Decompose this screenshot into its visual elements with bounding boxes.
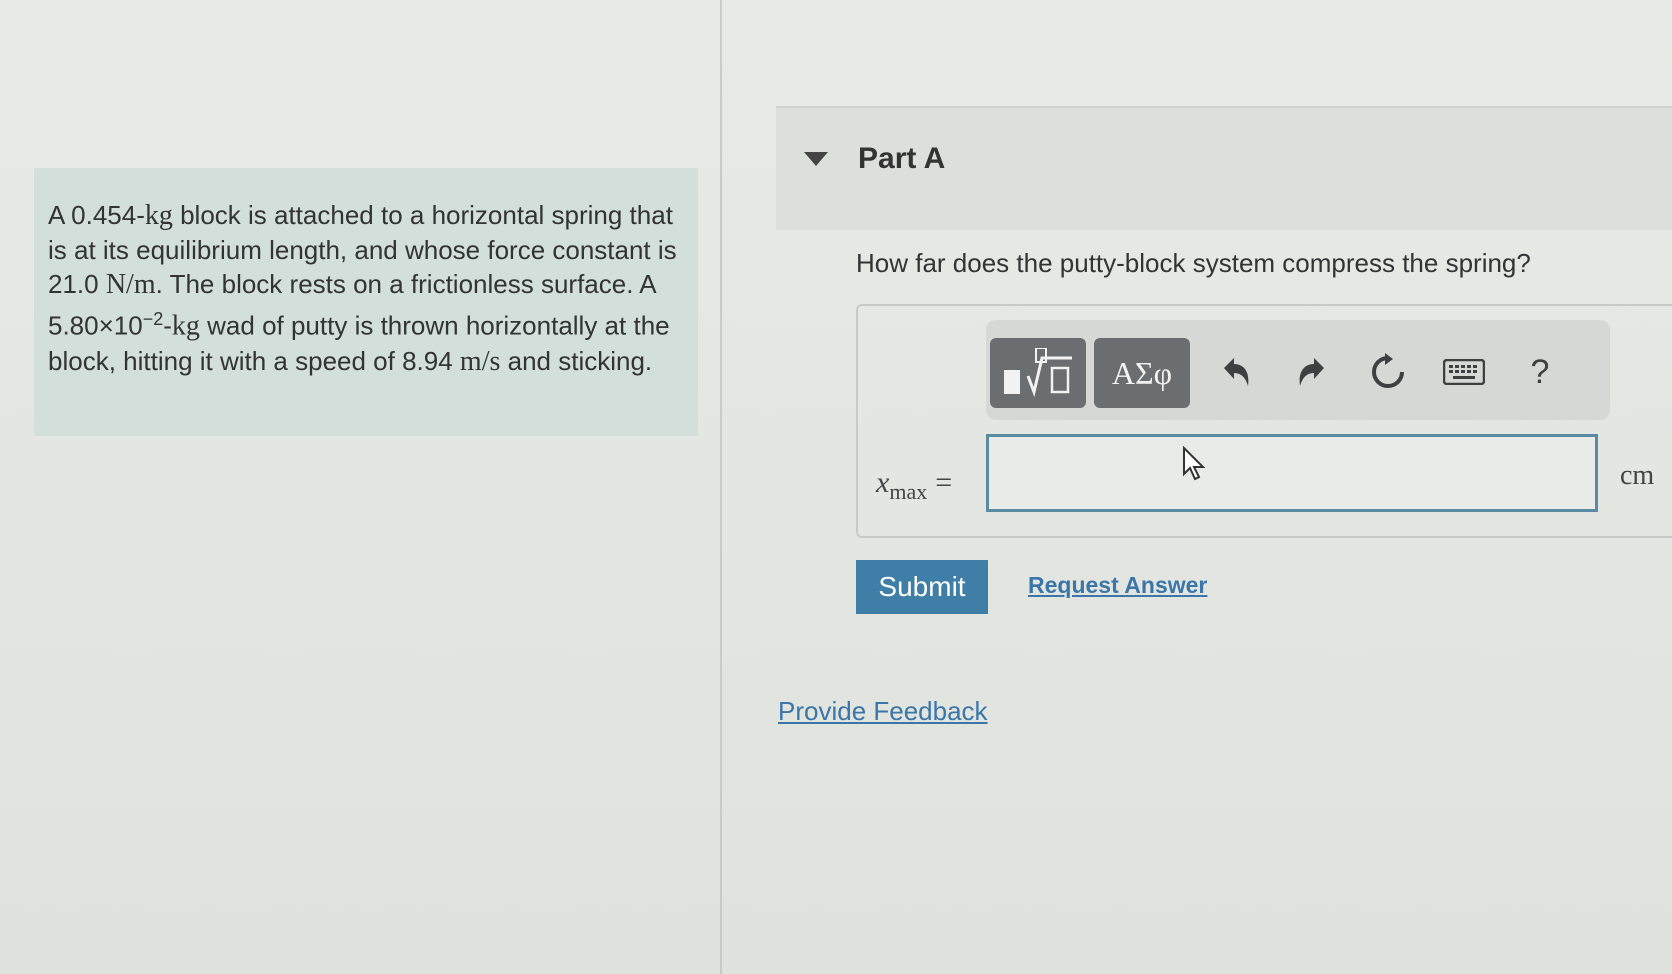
templates-button[interactable] [990, 338, 1086, 408]
redo-icon [1299, 358, 1324, 386]
provide-feedback-link[interactable]: Provide Feedback [778, 696, 988, 727]
problem-statement: A 0.454-kg block is attached to a horizo… [34, 168, 698, 436]
collapse-caret-icon[interactable] [804, 152, 828, 166]
column-divider [720, 0, 722, 974]
math-toolbar: ΑΣφ ? [986, 320, 1610, 420]
mouse-pointer-icon [1183, 446, 1206, 481]
help-button[interactable]: ? [1518, 350, 1562, 394]
answer-variable-label: xmax = [876, 466, 952, 505]
help-icon: ? [1530, 352, 1550, 391]
request-answer-link[interactable]: Request Answer [1028, 572, 1207, 599]
undo-icon [1224, 358, 1249, 386]
unit-newton-per-meter: N/m [105, 269, 156, 300]
problem-text-4: - [163, 310, 172, 341]
exponent: −2 [142, 309, 164, 329]
reset-icon [1372, 353, 1404, 388]
templates-icon [1004, 348, 1072, 398]
greek-symbols-icon: ΑΣφ [1111, 354, 1173, 391]
problem-text-1: A 0.454- [48, 200, 145, 230]
answer-input[interactable] [986, 434, 1598, 512]
part-title: Part A [858, 142, 946, 175]
equals-sign: = [935, 466, 953, 499]
unit-kg: kg [171, 310, 200, 342]
submit-button[interactable]: Submit [856, 560, 988, 614]
variable-subscript: max [889, 479, 928, 504]
answer-unit: cm [1620, 460, 1655, 491]
problem-text-6: and sticking. [500, 345, 653, 376]
undo-button[interactable] [1214, 350, 1258, 394]
greek-symbols-button[interactable]: ΑΣφ [1094, 338, 1190, 408]
keyboard-button[interactable] [1442, 350, 1486, 394]
part-a-header[interactable]: Part A [776, 106, 1672, 230]
keyboard-icon [1443, 359, 1485, 385]
reset-button[interactable] [1366, 350, 1410, 394]
variable-symbol: x [876, 466, 890, 499]
unit-kg: kg [144, 200, 173, 231]
unit-meters-per-second: m/s [459, 345, 501, 377]
question-text: How far does the putty-block system comp… [856, 248, 1531, 278]
redo-button[interactable] [1290, 350, 1334, 394]
